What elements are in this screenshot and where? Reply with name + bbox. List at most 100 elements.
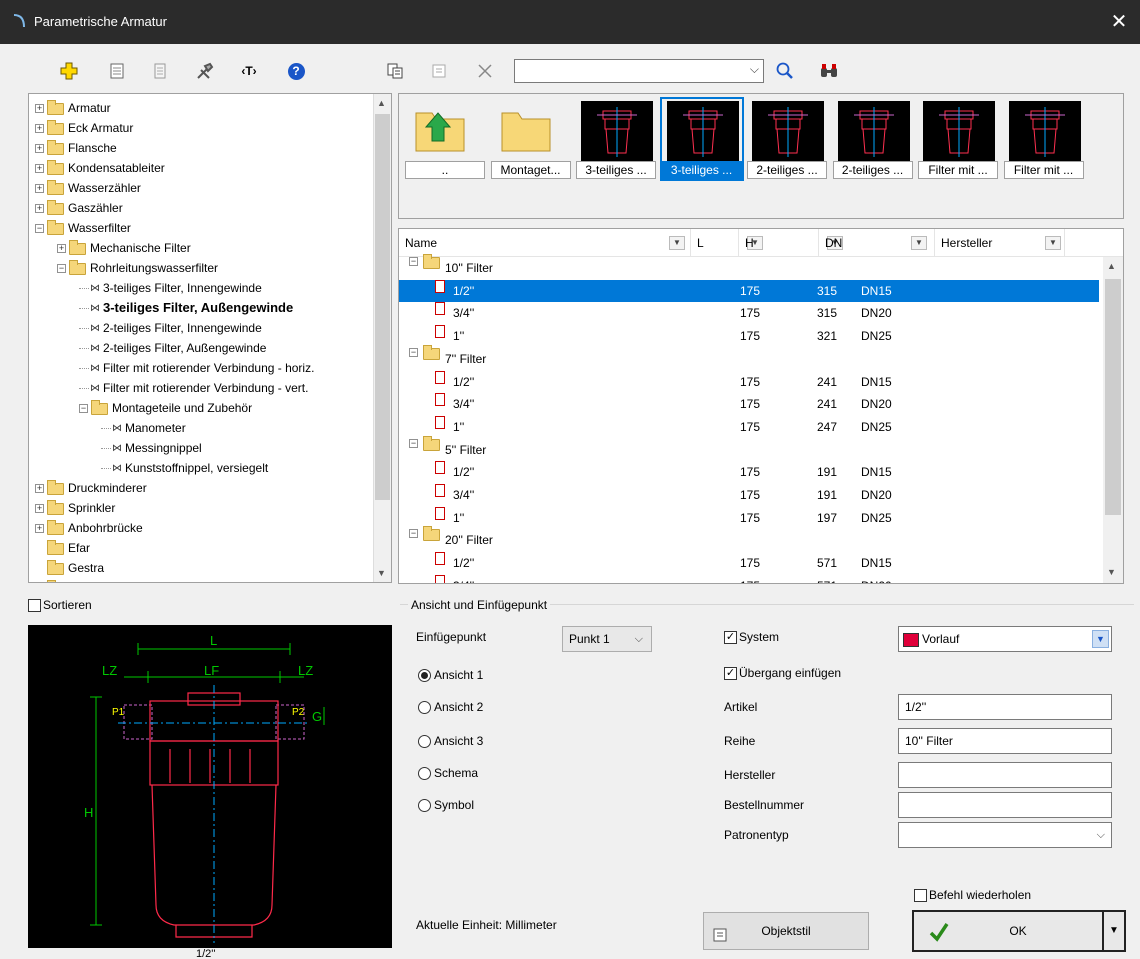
ok-button[interactable]: OK [912, 910, 1124, 952]
delete-icon[interactable] [472, 58, 498, 84]
radio-button[interactable] [418, 735, 431, 749]
list-icon[interactable] [426, 58, 452, 84]
tree-item[interactable]: + Druckminderer [35, 478, 147, 498]
system-checkbox[interactable]: ✓ System [724, 630, 779, 645]
column-filter-icon[interactable]: ▼ [1045, 236, 1061, 250]
tree-item[interactable]: − Rohrleitungswasserfilter [57, 258, 218, 278]
variant-list[interactable]: Name ▼ L ▼ H ▼ DN ▼ Hersteller ▼ −10'' Filter 1/2'… [398, 228, 1124, 584]
properties-icon[interactable] [104, 58, 130, 84]
search-icon[interactable] [772, 58, 798, 84]
tree-item[interactable]: ⋈ Kunststoffnippel, versiegelt [101, 458, 268, 478]
radio-button[interactable] [418, 799, 431, 813]
radio-button[interactable] [418, 701, 431, 715]
column-filter-icon[interactable]: ▼ [911, 236, 927, 250]
tree-item[interactable]: Gestra [35, 558, 104, 578]
field-input[interactable]: 1/2'' [898, 694, 1112, 720]
tree-item[interactable]: + Anbohrbrücke [35, 518, 143, 538]
field-input[interactable] [898, 762, 1112, 788]
expand-icon[interactable]: + [35, 124, 44, 134]
system-check-box[interactable]: ✓ [724, 631, 737, 645]
cartridge-select[interactable]: ⌵ [898, 822, 1112, 848]
list-scrollbar-thumb[interactable] [1105, 279, 1121, 515]
binoculars-icon[interactable] [816, 58, 842, 84]
tree-scrollbar-thumb[interactable] [375, 114, 390, 500]
tree-item[interactable]: + Gaszähler [35, 198, 123, 218]
list-item[interactable]: 1/2'' 175 191 DN15 [399, 461, 1099, 483]
search-combo[interactable]: ⌵ [514, 59, 764, 83]
list-group[interactable]: −20'' Filter [399, 526, 1099, 551]
column-header[interactable]: L [691, 229, 739, 257]
view-radio[interactable]: Ansicht 3 [418, 734, 483, 749]
scroll-down-icon[interactable]: ▼ [377, 568, 386, 578]
thumbnail-image[interactable]: 2-teiliges ... [832, 99, 913, 179]
view-radio[interactable]: Symbol [418, 798, 474, 813]
field-input[interactable] [898, 792, 1112, 818]
insert-point-select[interactable]: Punkt 1 ⌵ [562, 626, 652, 652]
sort-checkbox[interactable]: Sortieren [28, 598, 92, 613]
sort-check-box[interactable] [28, 599, 41, 613]
view-radio[interactable]: Schema [418, 766, 478, 781]
tree-item[interactable]: ⋈ 2-teiliges Filter, Außengewinde [79, 338, 266, 358]
collapse-icon[interactable]: − [35, 224, 44, 234]
transition-checkbox[interactable]: ✓ Übergang einfügen [724, 666, 841, 681]
expand-icon[interactable]: + [57, 244, 66, 254]
expand-icon[interactable]: + [35, 524, 44, 534]
tree-item[interactable]: ⋈ Filter mit rotierender Verbindung - hor… [79, 358, 314, 378]
repeat-checkbox[interactable]: Befehl wiederholen [914, 888, 1031, 903]
field-input[interactable]: 10'' Filter [898, 728, 1112, 754]
thumbnail-image[interactable]: Filter mit ... [918, 99, 998, 179]
tree-item[interactable]: + Eck Armatur [35, 118, 133, 138]
tools-icon[interactable] [192, 58, 218, 84]
category-tree[interactable]: + Armatur + Eck Armatur + Flansche + Kondensata… [28, 93, 392, 583]
column-filter-icon[interactable]: ▼ [669, 236, 685, 250]
view-radio[interactable]: Ansicht 1 [418, 668, 483, 683]
column-header[interactable]: H [739, 229, 819, 257]
radio-button[interactable] [418, 767, 431, 781]
repeat-check-box[interactable] [914, 889, 927, 903]
expand-icon[interactable]: + [35, 204, 44, 214]
object-style-button[interactable]: Objektstil [703, 912, 869, 950]
tree-item[interactable]: − Montageteile und Zubehör [79, 398, 252, 418]
ok-dropdown-button[interactable]: ▼ [1102, 910, 1126, 952]
list-item[interactable]: 1'' 175 197 DN25 [399, 506, 1099, 529]
list-scroll-down-icon[interactable]: ▼ [1107, 567, 1116, 577]
list-item[interactable]: 3/4'' 175 315 DN20 [399, 302, 1099, 324]
tree-item[interactable]: + Sprinkler [35, 498, 115, 518]
tree-item[interactable]: ⋈ Manometer [101, 418, 186, 438]
tree-item[interactable]: + Flansche [35, 138, 117, 158]
thumbnail-image[interactable]: Filter mit ... [1003, 99, 1084, 179]
thumbnail-image[interactable]: 3-teiliges ... [659, 97, 744, 181]
list-item[interactable]: 1'' 175 247 DN25 [399, 415, 1099, 438]
tree-item[interactable]: Efar [35, 538, 90, 558]
expand-icon[interactable]: + [35, 164, 44, 174]
collapse-icon[interactable]: − [79, 404, 88, 414]
list-scroll-up-icon[interactable]: ▲ [1107, 261, 1116, 271]
add-icon[interactable] [56, 58, 82, 84]
tree-item[interactable]: + Kondensatableiter [35, 158, 165, 178]
expand-icon[interactable]: + [35, 184, 44, 194]
view-radio[interactable]: Ansicht 2 [418, 700, 483, 715]
help-icon[interactable]: ? [283, 58, 309, 84]
list-item[interactable]: 1/2'' 175 571 DN15 [399, 552, 1099, 574]
tree-item[interactable]: ⋈ 3-teiliges Filter, Außengewinde [79, 298, 293, 318]
transition-check-box[interactable]: ✓ [724, 667, 737, 681]
scroll-up-icon[interactable]: ▲ [377, 98, 386, 108]
radio-button[interactable] [418, 669, 431, 683]
list-item[interactable]: 1/2'' 175 241 DN15 [399, 370, 1099, 393]
copy-icon[interactable] [382, 58, 408, 84]
tree-item[interactable]: Grundfos [35, 578, 117, 582]
expand-icon[interactable]: + [35, 144, 44, 154]
close-button[interactable]: ✕ [1104, 8, 1134, 36]
tree-item[interactable]: ⋈ Filter mit rotierender Verbindung - ver… [79, 378, 308, 398]
list-group[interactable]: −5'' Filter [399, 435, 1099, 461]
expand-icon[interactable]: + [35, 504, 44, 514]
thumbnail-strip[interactable]: .. Montaget... 3-teiliges ... 3-teiliges ..… [398, 93, 1124, 219]
collapse-icon[interactable]: − [57, 264, 66, 274]
expand-icon[interactable]: + [35, 104, 44, 114]
text-tag-icon[interactable]: ‹T› [236, 58, 262, 84]
tree-item[interactable]: + Armatur [35, 98, 111, 118]
tree-item[interactable]: + Mechanische Filter [57, 238, 191, 258]
tree-item[interactable]: − Wasserfilter [35, 218, 131, 238]
list-item[interactable]: 1/2'' 175 315 DN15 [399, 279, 1099, 302]
list-item[interactable]: 1'' 175 321 DN25 [399, 325, 1099, 347]
